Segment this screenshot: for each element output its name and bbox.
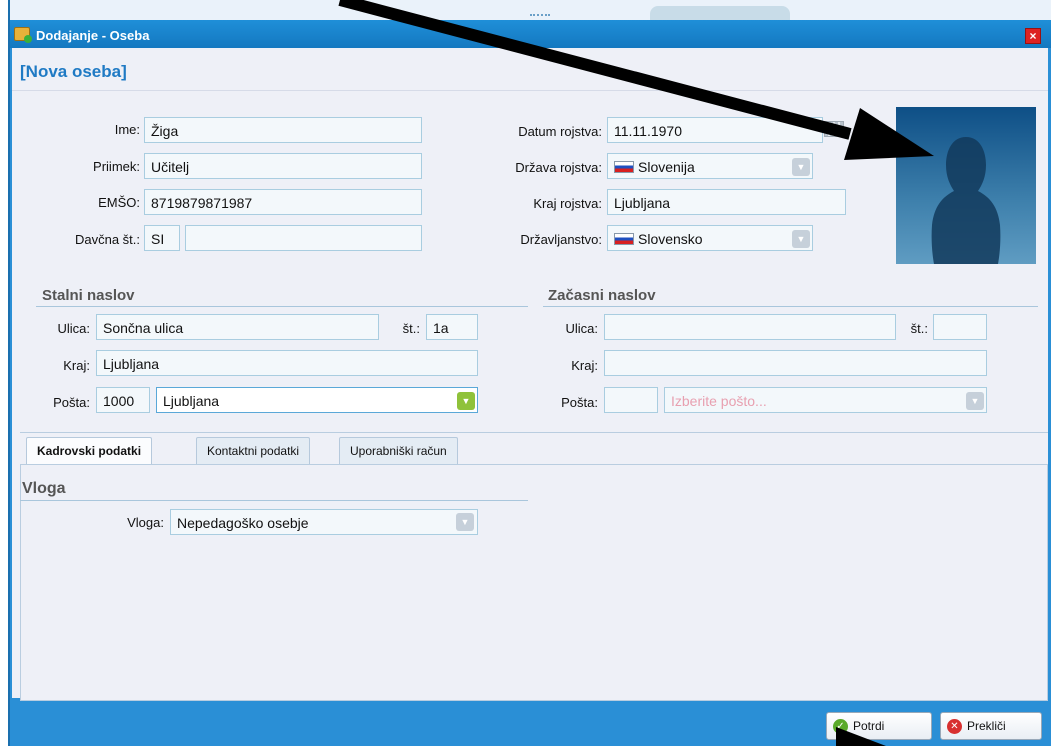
- z-posta-placeholder: Izberite pošto...: [671, 393, 767, 409]
- ime-field[interactable]: Žiga: [144, 117, 422, 143]
- z-posta-number-field[interactable]: [604, 387, 658, 413]
- drzava-value: Slovenija: [638, 159, 695, 175]
- z-st-label: št.:: [910, 321, 928, 336]
- add-person-icon: [14, 27, 32, 43]
- z-st-field[interactable]: [933, 314, 987, 340]
- emso-field[interactable]: 8719879871987: [144, 189, 422, 215]
- kraj-field[interactable]: Ljubljana: [96, 350, 478, 376]
- cancel-x-icon: ✕: [947, 719, 962, 734]
- datum-field[interactable]: 11.11.1970: [607, 117, 823, 143]
- ime-label: Ime:: [114, 122, 140, 137]
- background-strip: [10, 0, 1051, 20]
- tab-bar: [20, 432, 1048, 464]
- kraj-label: Kraj:: [63, 358, 90, 373]
- slovenia-flag-icon: [614, 233, 634, 245]
- tab-kadrovski-podatki[interactable]: Kadrovski podatki: [26, 437, 153, 465]
- drzavljanstvo-label: Državljanstvo:: [520, 232, 602, 247]
- st-label: št.:: [402, 321, 420, 336]
- check-icon: ✓: [833, 719, 848, 734]
- profile-photo[interactable]: [896, 107, 1036, 264]
- person-silhouette-icon: [931, 137, 1001, 264]
- cancel-button[interactable]: ✕ Prekliči: [940, 712, 1042, 740]
- davcna-prefix-field[interactable]: SI: [144, 225, 180, 251]
- davcna-field[interactable]: [185, 225, 422, 251]
- confirm-label: Potrdi: [853, 719, 885, 733]
- ulica-field[interactable]: Sončna ulica: [96, 314, 379, 340]
- background-tab: [650, 6, 790, 20]
- vloga-label: Vloga:: [127, 515, 164, 530]
- zacasni-naslov-title: Začasni naslov: [548, 287, 656, 304]
- chevron-down-icon[interactable]: ▼: [966, 392, 984, 410]
- chevron-down-icon[interactable]: ▼: [792, 158, 810, 176]
- z-kraj-field[interactable]: [604, 350, 987, 376]
- stalni-naslov-title: Stalni naslov: [42, 287, 135, 304]
- posta-label: Pošta:: [53, 395, 90, 410]
- divider: [543, 306, 1038, 307]
- emso-label: EMŠO:: [98, 195, 140, 210]
- dialog-titlebar[interactable]: [10, 20, 1051, 48]
- priimek-label: Priimek:: [93, 159, 140, 174]
- posta-number-field[interactable]: 1000: [96, 387, 150, 413]
- chevron-down-icon[interactable]: ▼: [457, 392, 475, 410]
- posta-select[interactable]: Ljubljana: [156, 387, 478, 413]
- dialog-title: Dodajanje - Oseba: [36, 28, 150, 43]
- st-field[interactable]: 1a: [426, 314, 478, 340]
- kraj-rojstva-label: Kraj rojstva:: [533, 196, 602, 211]
- calendar-icon[interactable]: [824, 121, 844, 137]
- z-ulica-label: Ulica:: [565, 321, 598, 336]
- chevron-down-icon[interactable]: ▼: [792, 230, 810, 248]
- vloga-select[interactable]: Nepedagoško osebje: [170, 509, 478, 535]
- page-title: [Nova oseba]: [20, 62, 127, 81]
- divider: [36, 306, 528, 307]
- drzava-label: Država rojstva:: [515, 160, 602, 175]
- z-kraj-label: Kraj:: [571, 358, 598, 373]
- drzavljanstvo-value: Slovensko: [638, 231, 703, 247]
- priimek-field[interactable]: Učitelj: [144, 153, 422, 179]
- divider: [12, 90, 1048, 91]
- divider: [20, 500, 528, 501]
- cancel-label: Prekliči: [967, 719, 1006, 733]
- ulica-label: Ulica:: [57, 321, 90, 336]
- resize-grip[interactable]: [530, 14, 550, 17]
- z-ulica-field[interactable]: [604, 314, 896, 340]
- z-posta-select[interactable]: Izberite pošto...: [664, 387, 987, 413]
- vloga-section-title: Vloga: [22, 480, 66, 497]
- slovenia-flag-icon: [614, 161, 634, 173]
- datum-label: Datum rojstva:: [518, 124, 602, 139]
- tab-uporabniski-racun[interactable]: Uporabniški račun: [339, 437, 458, 464]
- drzava-select[interactable]: Slovenija: [607, 153, 813, 179]
- kraj-rojstva-field[interactable]: Ljubljana: [607, 189, 846, 215]
- chevron-down-icon[interactable]: ▼: [456, 513, 474, 531]
- confirm-button[interactable]: ✓ Potrdi: [826, 712, 932, 740]
- tab-kontaktni-podatki[interactable]: Kontaktni podatki: [196, 437, 311, 464]
- drzavljanstvo-select[interactable]: Slovensko: [607, 225, 813, 251]
- close-button[interactable]: ×: [1025, 28, 1041, 44]
- davcna-label: Davčna št.:: [74, 232, 140, 247]
- z-posta-label: Pošta:: [561, 395, 598, 410]
